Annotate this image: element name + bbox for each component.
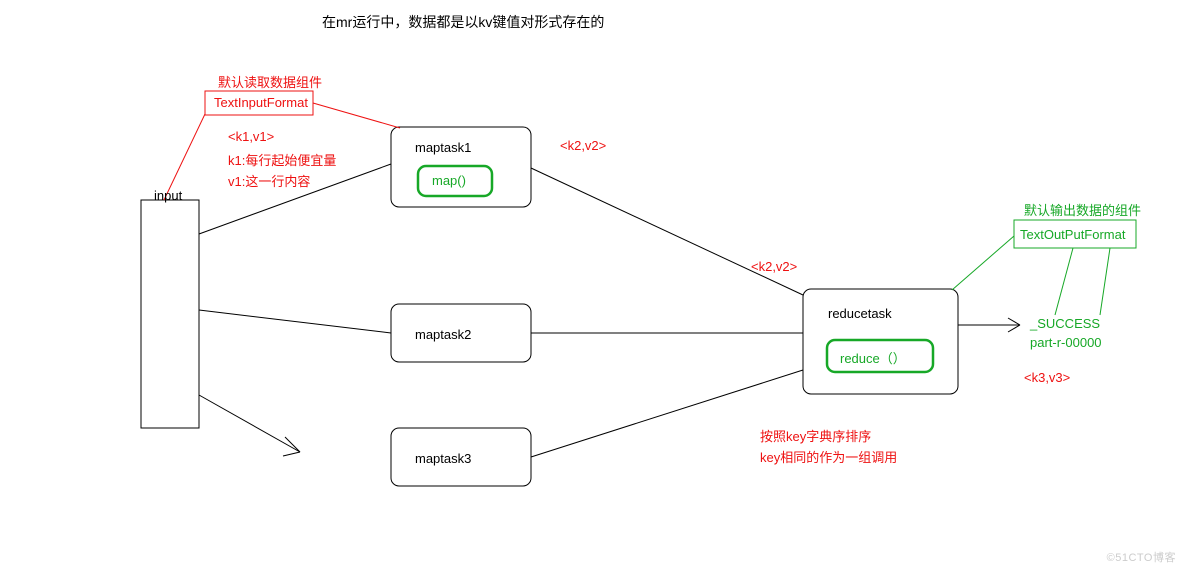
v1-desc: v1:这一行内容 bbox=[228, 171, 310, 190]
k3v3-label: <k3,v3> bbox=[1024, 370, 1070, 385]
diagram-title: 在mr运行中，数据都是以kv键值对形式存在的 bbox=[322, 12, 604, 32]
diagram-stage: 在mr运行中，数据都是以kv键值对形式存在的 input 默认读取数据组件 Te… bbox=[0, 0, 1184, 571]
k1-desc: k1:每行起始便宜量 bbox=[228, 150, 336, 169]
map-fn-label: map() bbox=[432, 173, 466, 188]
watermark: ©51CTO博客 bbox=[1107, 549, 1176, 565]
text-input-format-name: TextInputFormat bbox=[214, 95, 308, 110]
reduce-fn-label: reduce（） bbox=[840, 348, 906, 367]
reduce-sort-note-1: 按照key字典序排序 bbox=[760, 426, 871, 445]
k2v2-mid: <k2,v2> bbox=[751, 259, 797, 274]
k1v1-pair: <k1,v1> bbox=[228, 129, 274, 144]
maptask2-label: maptask2 bbox=[415, 327, 471, 342]
reduce-sort-note-2: key相同的作为一组调用 bbox=[760, 447, 897, 466]
connector-lines bbox=[0, 0, 1184, 571]
text-output-format-name: TextOutPutFormat bbox=[1020, 227, 1125, 242]
input-label: input bbox=[154, 188, 182, 203]
text-input-format-note: 默认读取数据组件 bbox=[218, 72, 322, 91]
output-success: _SUCCESS bbox=[1030, 316, 1100, 331]
maptask1-label: maptask1 bbox=[415, 140, 471, 155]
text-output-format-note: 默认输出数据的组件 bbox=[1024, 200, 1141, 219]
output-part: part-r-00000 bbox=[1030, 335, 1102, 350]
maptask3-label: maptask3 bbox=[415, 451, 471, 466]
reducetask-label: reducetask bbox=[828, 306, 892, 321]
k2v2-top: <k2,v2> bbox=[560, 138, 606, 153]
